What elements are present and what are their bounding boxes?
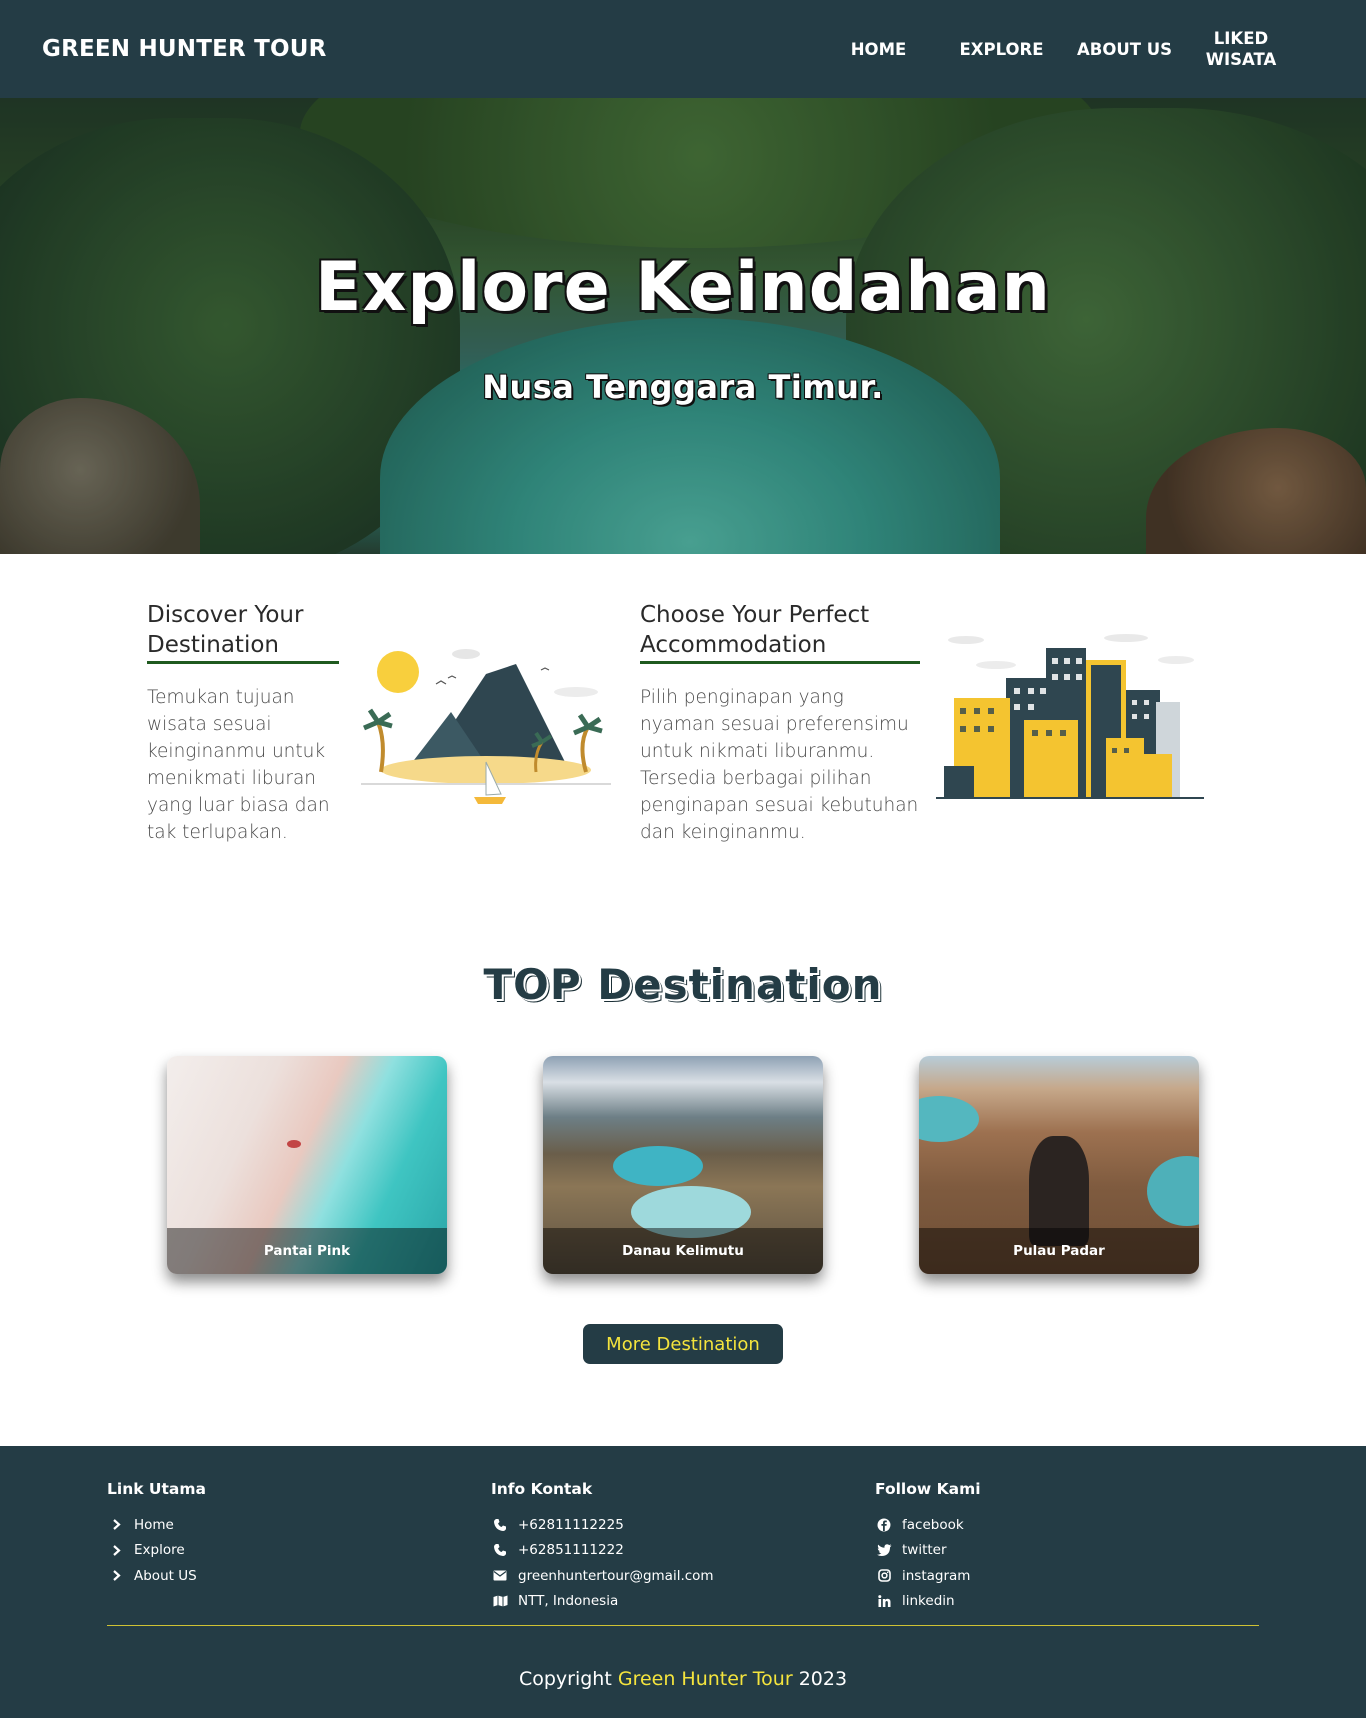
copyright-prefix: Copyright — [518, 1668, 612, 1690]
destination-card-label: Danau Kelimutu — [543, 1228, 823, 1274]
top-destination-title: TOP Destination — [483, 960, 883, 1009]
city-buildings-illustration — [936, 634, 1204, 799]
main-nav: HOME EXPLORE ABOUT US LIKED WISATA — [817, 0, 1296, 98]
footer-link-label: Explore — [134, 1542, 185, 1559]
hero-banner: Explore Keindahan Nusa Tenggara Timur. — [0, 98, 1366, 554]
footer-link-label: About US — [134, 1567, 197, 1584]
island-illustration — [361, 649, 611, 804]
nav-liked-wisata[interactable]: LIKED WISATA — [1186, 28, 1296, 70]
footer-social-linkedin[interactable]: linkedin — [875, 1589, 981, 1615]
nav-about-us[interactable]: ABOUT US — [1063, 39, 1186, 60]
footer-contact-location[interactable]: NTT, Indonesia — [491, 1589, 714, 1615]
chevron-right-icon — [107, 1543, 125, 1557]
bay-right — [1147, 1156, 1199, 1226]
footer-links-column: Link Utama Home Explore About US — [107, 1480, 206, 1589]
feature-accommodation: Choose Your Perfect Accommodation Pilih … — [640, 600, 920, 846]
footer-link-label: Home — [134, 1516, 174, 1533]
copyright: Copyright Green Hunter Tour 2023 — [0, 1668, 1366, 1690]
nav-liked-line2: WISATA — [1205, 50, 1277, 69]
footer-divider — [107, 1625, 1259, 1626]
phone-icon — [491, 1543, 509, 1557]
nav-liked-line1: LIKED — [1213, 29, 1269, 48]
linkedin-icon — [875, 1594, 893, 1608]
footer-contact-phone-2[interactable]: +62851111222 — [491, 1538, 714, 1564]
feature-accommodation-title: Choose Your Perfect Accommodation — [640, 600, 920, 664]
footer-social-label: linkedin — [902, 1593, 955, 1610]
feature-discover-text: Temukan tujuan wisata sesuai keinginanmu… — [147, 687, 330, 843]
chevron-right-icon — [107, 1569, 125, 1583]
footer-social-label: twitter — [902, 1542, 947, 1559]
twitter-icon — [875, 1543, 893, 1557]
bay-left — [919, 1096, 979, 1142]
copyright-brand: Green Hunter Tour — [617, 1668, 793, 1690]
nav-explore[interactable]: EXPLORE — [940, 39, 1063, 60]
footer-social-label: facebook — [902, 1516, 964, 1533]
footer-social-title: Follow Kami — [875, 1480, 981, 1498]
footer-contact-label: +62811112225 — [518, 1516, 624, 1533]
hero-subtitle: Nusa Tenggara Timur. — [482, 368, 884, 406]
footer-social-column: Follow Kami facebook twitter instagram l… — [875, 1480, 981, 1614]
destination-card-label: Pantai Pink — [167, 1228, 447, 1274]
footer-contact-email[interactable]: greenhuntertour@gmail.com — [491, 1563, 714, 1589]
chevron-right-icon — [107, 1518, 125, 1532]
destination-card-pantai-pink[interactable]: Pantai Pink — [167, 1056, 447, 1274]
feature-discover-title: Discover Your Destination — [147, 600, 339, 664]
crater-lake-1 — [613, 1146, 703, 1186]
footer-social-twitter[interactable]: twitter — [875, 1538, 981, 1564]
destination-card-danau-kelimutu[interactable]: Danau Kelimutu — [543, 1056, 823, 1274]
footer-contact-column: Info Kontak +62811112225 +62851111222 gr… — [491, 1480, 714, 1614]
facebook-icon — [875, 1518, 893, 1532]
footer-contact-title: Info Kontak — [491, 1480, 593, 1498]
footer-contact-phone-1[interactable]: +62811112225 — [491, 1512, 714, 1538]
phone-icon — [491, 1518, 509, 1532]
people-on-beach — [287, 1140, 301, 1148]
envelope-icon — [491, 1569, 509, 1583]
footer-link-home[interactable]: Home — [107, 1512, 206, 1538]
more-destination-button[interactable]: More Destination — [583, 1324, 783, 1364]
destination-card-pulau-padar[interactable]: Pulau Padar — [919, 1056, 1199, 1274]
footer-link-explore[interactable]: Explore — [107, 1538, 206, 1564]
navbar: GREEN HUNTER TOUR HOME EXPLORE ABOUT US … — [0, 0, 1366, 98]
destination-card-label: Pulau Padar — [919, 1228, 1199, 1274]
footer-links-title: Link Utama — [107, 1480, 206, 1498]
footer: Link Utama Home Explore About US Info Ko… — [0, 1446, 1366, 1718]
map-icon — [491, 1594, 509, 1608]
footer-social-label: instagram — [902, 1567, 971, 1584]
feature-accommodation-text: Pilih penginapan yang nyaman sesuai pref… — [640, 687, 919, 843]
footer-social-instagram[interactable]: instagram — [875, 1563, 981, 1589]
footer-contact-label: NTT, Indonesia — [518, 1593, 619, 1610]
brand-logo-text[interactable]: GREEN HUNTER TOUR — [42, 36, 327, 62]
feature-discover: Discover Your Destination Temukan tujuan… — [147, 600, 339, 846]
nav-home[interactable]: HOME — [817, 39, 940, 60]
footer-social-facebook[interactable]: facebook — [875, 1512, 981, 1538]
instagram-icon — [875, 1569, 893, 1583]
copyright-year: 2023 — [798, 1668, 848, 1690]
footer-contact-label: greenhuntertour@gmail.com — [518, 1567, 714, 1584]
hero-title: Explore Keindahan — [315, 248, 1051, 327]
footer-contact-label: +62851111222 — [518, 1542, 624, 1559]
footer-link-about-us[interactable]: About US — [107, 1563, 206, 1589]
